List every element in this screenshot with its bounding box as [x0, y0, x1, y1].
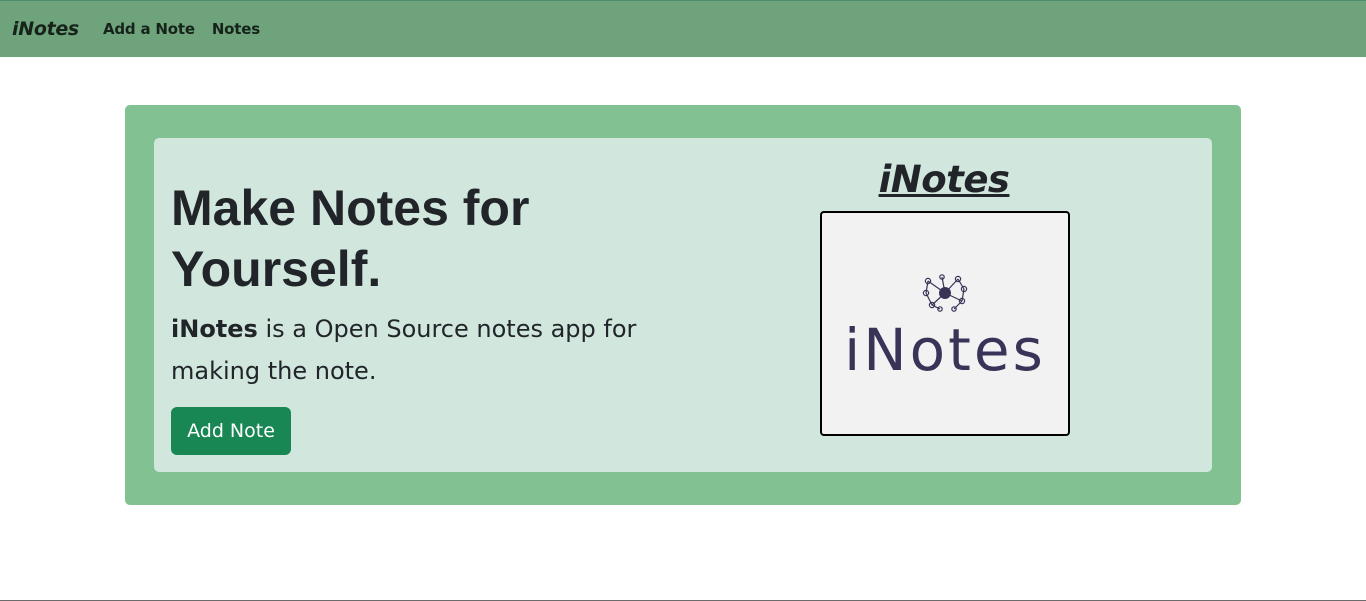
- add-note-button[interactable]: Add Note: [171, 407, 291, 455]
- hero-description: iNotes is a Open Source notes app for ma…: [171, 308, 691, 392]
- logo-title: iNotes: [878, 158, 1010, 201]
- network-logo-icon: iNotes: [844, 274, 1046, 384]
- nav-link-add-a-note[interactable]: Add a Note: [103, 20, 195, 38]
- logo-image: iNotes: [820, 211, 1070, 436]
- logo-wordmark: iNotes: [844, 316, 1046, 384]
- nav-link-notes[interactable]: Notes: [212, 20, 260, 38]
- hero-container: Make Notes for Yourself. iNotes is a Ope…: [125, 105, 1241, 505]
- brand-link[interactable]: iNotes: [12, 18, 79, 40]
- navbar: iNotes Add a Note Notes: [0, 0, 1366, 57]
- hero-description-brand: iNotes: [171, 315, 258, 343]
- hero-headline: Make Notes for Yourself.: [171, 180, 530, 297]
- hero-card: Make Notes for Yourself. iNotes is a Ope…: [154, 138, 1212, 472]
